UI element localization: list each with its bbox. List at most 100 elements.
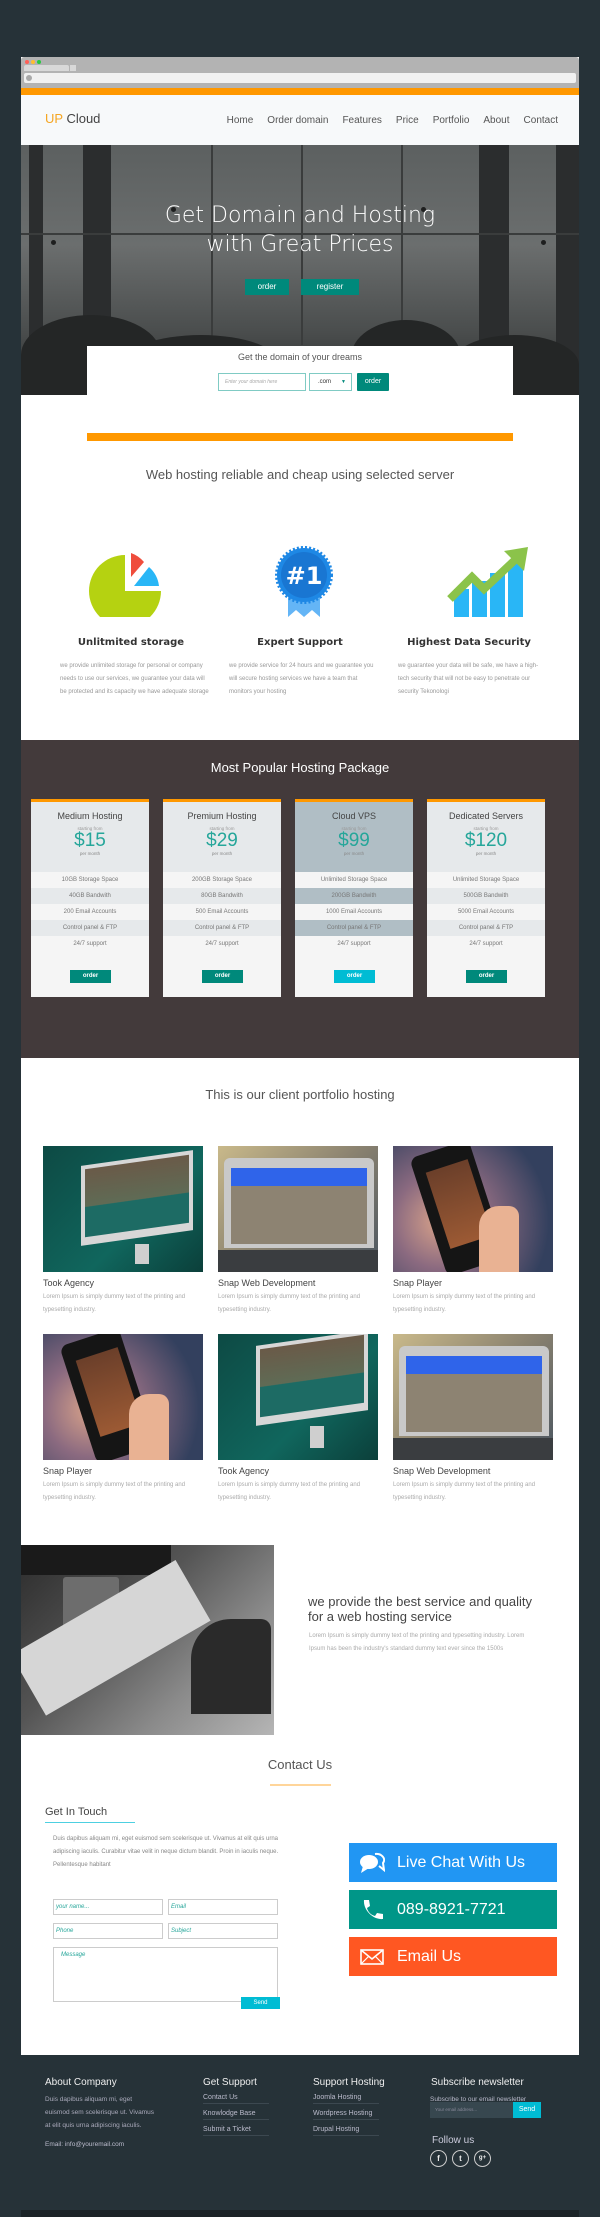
portfolio-item[interactable]: Snap Player Lorem Ipsum is simply dummy … xyxy=(43,1334,203,1505)
message-textarea[interactable]: Message xyxy=(53,1947,278,2002)
phone-icon xyxy=(363,1900,383,1920)
portfolio-item[interactable]: Snap Web Development Lorem Ipsum is simp… xyxy=(393,1334,553,1505)
envelope-icon xyxy=(360,1949,384,1965)
live-chat-label: Live Chat With Us xyxy=(397,1854,526,1871)
plan-feature: Control panel & FTP xyxy=(295,920,413,936)
twitter-icon[interactable]: t xyxy=(452,2150,469,2167)
plan-feature: Control panel & FTP xyxy=(163,920,281,936)
name-field[interactable]: your name... xyxy=(53,1899,163,1915)
contact-send-button[interactable]: Send xyxy=(241,1997,280,2009)
plan-feature: 1000 Email Accounts xyxy=(325,909,383,915)
tld-select[interactable]: .com ▼ xyxy=(309,373,352,391)
plan-order-button[interactable]: order xyxy=(334,970,375,983)
minimize-window-dot[interactable] xyxy=(31,60,35,64)
phone-field[interactable]: Phone xyxy=(53,1923,163,1939)
plan-price: $29 xyxy=(206,830,238,851)
maximize-window-dot[interactable] xyxy=(37,60,41,64)
portfolio-item[interactable]: Took Agency Lorem Ipsum is simply dummy … xyxy=(218,1334,378,1505)
footer-link-wordpress[interactable]: Wordpress Hosting xyxy=(313,2110,379,2120)
feature-text: we guarantee your data will be safe, we … xyxy=(398,663,539,695)
nav-link-portfolio[interactable]: Portfolio xyxy=(433,115,470,126)
plan-name: Cloud VPS xyxy=(331,811,377,821)
plan-feature: 500 Email Accounts xyxy=(195,909,249,915)
plan-order-button[interactable]: order xyxy=(202,970,243,983)
domain-input[interactable]: Enter your domain here xyxy=(218,373,306,391)
laptop-mockup-navbar xyxy=(406,1356,542,1374)
email-field[interactable]: Email xyxy=(168,1899,278,1915)
portfolio-item-name: Snap Web Development xyxy=(218,1278,316,1288)
portfolio-image-laptop[interactable] xyxy=(218,1146,378,1272)
portfolio-item-desc: Lorem Ipsum is simply dummy text of the … xyxy=(43,1294,186,1313)
email-us-button[interactable]: Email Us xyxy=(349,1937,557,1976)
section-divider-bar xyxy=(87,433,513,441)
laptop-mockup-screen xyxy=(231,1168,367,1244)
nav-menu: Home Order domain Features Price Portfol… xyxy=(213,115,558,126)
nav-link-contact[interactable]: Contact xyxy=(524,115,558,126)
pricing-card: Dedicated Servers starting from $120 per… xyxy=(427,799,545,997)
footer-link-knowledge-base[interactable]: Knowlodge Base xyxy=(203,2110,269,2120)
plan-feature: 5000 Email Accounts xyxy=(457,909,515,915)
hero-register-button[interactable]: register xyxy=(301,279,359,295)
close-window-dot[interactable] xyxy=(25,60,29,64)
site-logo[interactable]: UP Cloud xyxy=(45,111,100,126)
pricing-card: Medium Hosting starting from $15 per mon… xyxy=(31,799,149,997)
phone-mockup-hand xyxy=(479,1206,519,1272)
plan-feature: Unlimited Storage Space xyxy=(320,877,388,883)
pie-chart-icon xyxy=(89,553,161,617)
plan-feature: 24/7 support xyxy=(73,941,107,947)
email-us-label: Email Us xyxy=(397,1948,462,1965)
browser-tab[interactable] xyxy=(24,65,69,71)
nav-link-home[interactable]: Home xyxy=(227,115,254,126)
newsletter-send-button[interactable]: Send xyxy=(513,2102,541,2118)
live-chat-button[interactable]: Live Chat With Us xyxy=(349,1843,557,1882)
google-plus-icon[interactable]: g+ xyxy=(474,2150,491,2167)
portfolio-item-desc: Lorem Ipsum is simply dummy text of the … xyxy=(218,1482,361,1501)
nav-link-price[interactable]: Price xyxy=(396,115,419,126)
laptop-mockup-screen xyxy=(406,1356,542,1432)
portfolio-item[interactable]: Snap Web Development Lorem Ipsum is simp… xyxy=(218,1146,378,1317)
facebook-icon[interactable]: f xyxy=(430,2150,447,2167)
footer-link-drupal[interactable]: Drupal Hosting xyxy=(313,2126,379,2136)
portfolio-image-phone[interactable] xyxy=(393,1146,553,1272)
hero-order-button[interactable]: order xyxy=(245,279,289,295)
plan-name: Dedicated Servers xyxy=(448,811,524,821)
svg-text:#1: #1 xyxy=(286,562,323,590)
portfolio-image-phone[interactable] xyxy=(43,1334,203,1460)
footer-email[interactable]: Email: info@youremail.com xyxy=(45,2138,195,2151)
portfolio-item[interactable]: Took Agency Lorem Ipsum is simply dummy … xyxy=(43,1146,203,1317)
plan-feature: 500GB Bandwith xyxy=(427,888,545,904)
feature-text: we provide unlimited storage for persona… xyxy=(60,663,209,695)
feature-heading: Expert Support xyxy=(257,637,343,648)
domain-search-panel: Get the domain of your dreams Enter your… xyxy=(87,346,513,404)
newsletter-email-input[interactable]: Your email address... xyxy=(430,2102,513,2118)
address-bar[interactable] xyxy=(24,73,576,83)
pricing-title: Most Popular Hosting Package xyxy=(210,760,390,775)
new-tab-button[interactable] xyxy=(70,65,76,71)
subject-field[interactable]: Subject xyxy=(168,1923,278,1939)
portfolio-item[interactable]: Snap Player Lorem Ipsum is simply dummy … xyxy=(393,1146,553,1317)
footer-link-joomla[interactable]: Joomla Hosting xyxy=(313,2094,379,2104)
portfolio-image-laptop[interactable] xyxy=(393,1334,553,1460)
phone-call-button[interactable]: 089-8921-7721 xyxy=(349,1890,557,1929)
footer-hosting-title: Support Hosting xyxy=(313,2077,385,2088)
plan-order-button[interactable]: order xyxy=(70,970,111,983)
nav-link-about[interactable]: About xyxy=(483,115,509,126)
portfolio-item-name: Took Agency xyxy=(43,1278,95,1288)
plan-feature: 200GB Bandwith xyxy=(295,888,413,904)
domain-order-button[interactable]: order xyxy=(357,373,389,391)
plan-price: $15 xyxy=(74,830,106,851)
tld-selected-value: .com xyxy=(318,379,332,385)
footer-link-submit-ticket[interactable]: Submit a Ticket xyxy=(203,2126,269,2136)
footer-link-contact-us[interactable]: Contact Us xyxy=(203,2094,269,2104)
hero-title: Get Domain and Hosting with Great Prices xyxy=(21,201,579,259)
nav-link-features[interactable]: Features xyxy=(342,115,381,126)
portfolio-image-imac[interactable] xyxy=(218,1334,378,1460)
plan-order-button[interactable]: order xyxy=(466,970,507,983)
imac-mockup-stand xyxy=(135,1244,149,1264)
chat-bubbles-icon xyxy=(360,1852,385,1873)
plan-name: Medium Hosting xyxy=(57,811,123,821)
nav-link-order-domain[interactable]: Order domain xyxy=(267,115,328,126)
feature-heading: Unlitmited storage xyxy=(77,637,185,648)
hero-title-line-2: with Great Prices xyxy=(206,232,394,257)
portfolio-image-imac[interactable] xyxy=(43,1146,203,1272)
